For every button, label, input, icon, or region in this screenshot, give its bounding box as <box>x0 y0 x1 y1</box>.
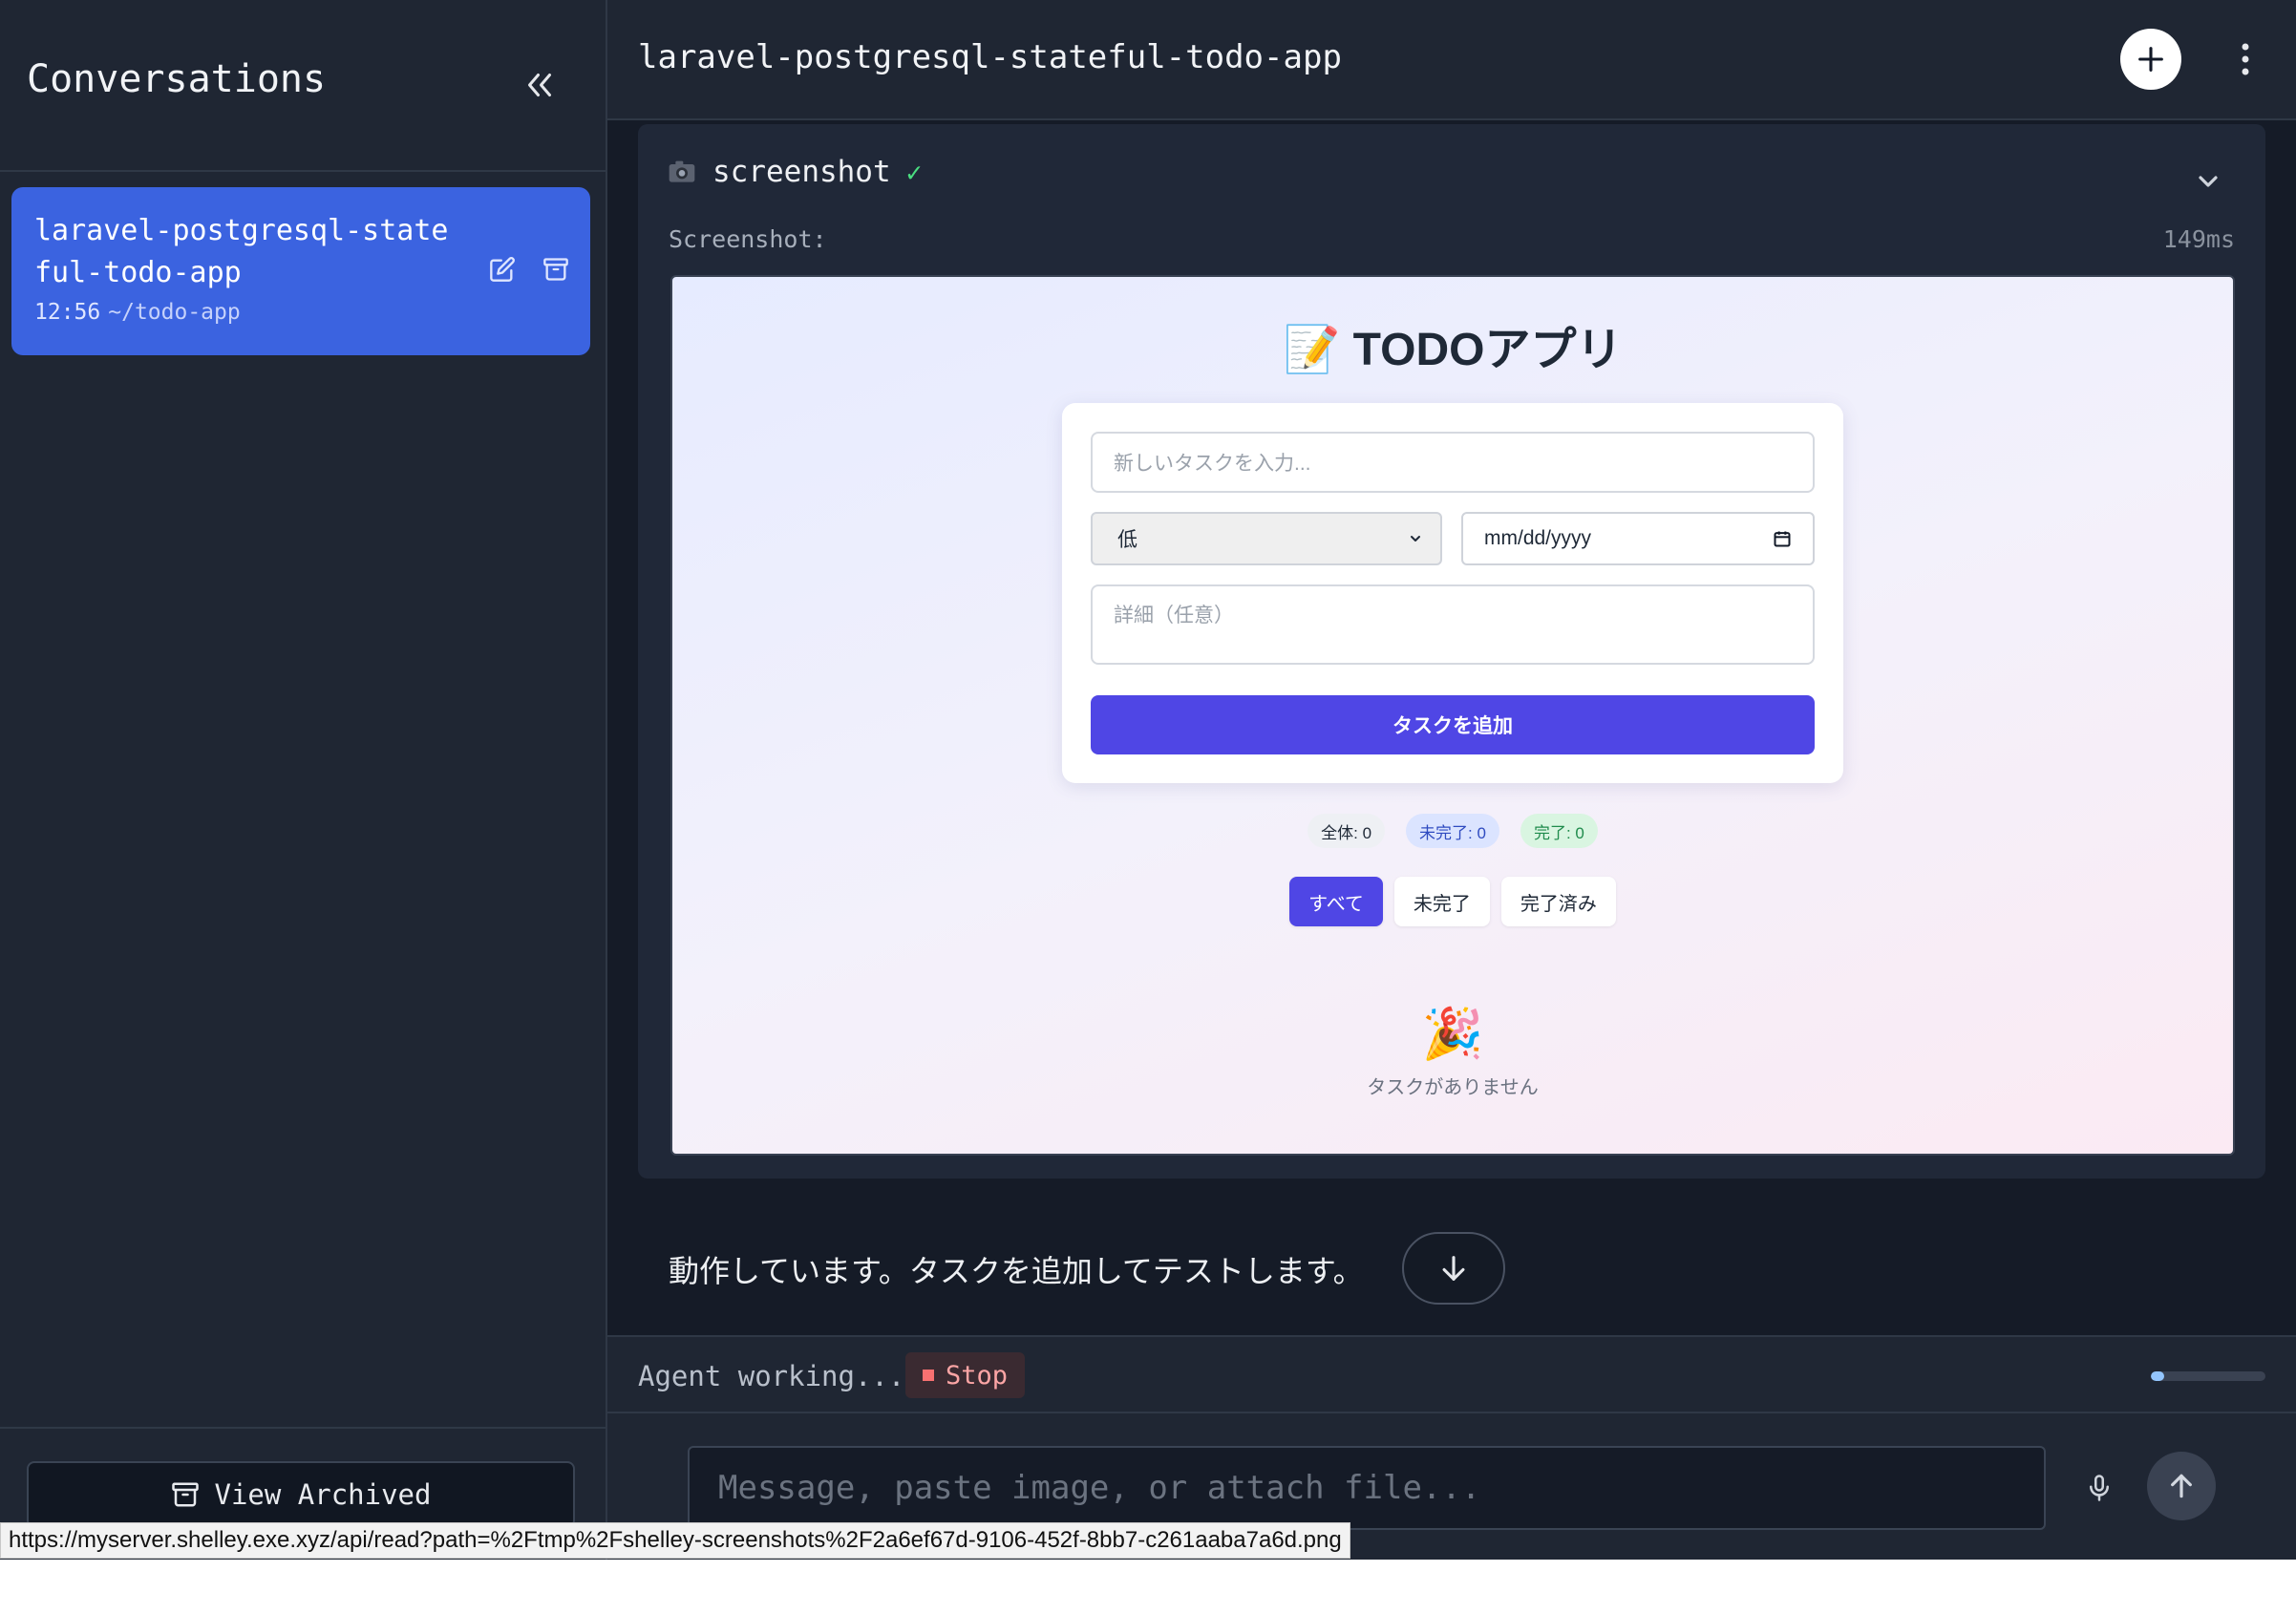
task-input: 新しいタスクを入力... <box>1091 432 1815 493</box>
add-task-button: タスクを追加 <box>1091 695 1815 754</box>
stop-label: Stop <box>946 1360 1009 1391</box>
arrow-up-icon <box>2171 1474 2192 1498</box>
due-date-placeholder: mm/dd/yyyy <box>1484 527 1592 549</box>
view-archived-label: View Archived <box>214 1478 432 1511</box>
sidebar: Conversations laravel-postgresql-statefu… <box>0 0 607 1560</box>
more-vertical-icon <box>2242 43 2249 75</box>
expand-tool-call-button[interactable] <box>2189 162 2227 201</box>
priority-value: 低 <box>1117 529 1137 551</box>
archive-icon <box>543 258 568 281</box>
filter-complete: 完了済み <box>1500 877 1616 926</box>
due-date-input: mm/dd/yyyy <box>1461 512 1815 565</box>
tool-call-header: screenshot ✓ <box>667 155 923 189</box>
stop-button[interactable]: Stop <box>905 1352 1026 1398</box>
stat-all: 全体: 0 <box>1307 814 1386 848</box>
conversation-meta: 12:56 ~/todo-app <box>34 300 241 325</box>
stat-incomplete: 未完了: 0 <box>1406 814 1499 848</box>
main-panel: laravel-postgresql-stateful-todo-app scr… <box>607 0 2296 1560</box>
stat-complete: 完了: 0 <box>1520 814 1598 848</box>
task-filters: すべて 未完了 完了済み <box>672 877 2233 926</box>
sidebar-title: Conversations <box>27 57 327 101</box>
tool-call-card: screenshot ✓ Screenshot: 149ms 📝 TODOアプリ… <box>638 124 2265 1179</box>
voice-input-button[interactable] <box>2078 1463 2120 1513</box>
chevron-down-icon <box>2199 176 2218 187</box>
message-input[interactable]: Message, paste image, or attach file... <box>688 1446 2046 1530</box>
more-options-button[interactable] <box>2231 34 2260 84</box>
screenshot-image[interactable]: 📝 TODOアプリ 新しいタスクを入力... 低 mm/dd/yyyy 詳細（任… <box>670 275 2235 1156</box>
new-conversation-button[interactable] <box>2120 29 2181 90</box>
screenshot-label: Screenshot: <box>669 225 827 253</box>
task-stats: 全体: 0 未完了: 0 完了: 0 <box>672 814 2233 848</box>
assistant-message: 動作しています。タスクを追加してテストします。 <box>669 1253 1364 1289</box>
scroll-to-bottom-button[interactable] <box>1402 1232 1505 1305</box>
todo-form-card: 新しいタスクを入力... 低 mm/dd/yyyy 詳細（任意） タスクを追加 <box>1062 403 1843 783</box>
empty-state-text: タスクがありません <box>1367 1077 1539 1098</box>
conversation-item[interactable]: laravel-postgresql-stateful-todo-app 12:… <box>11 187 590 355</box>
link-url-tooltip: https://myserver.shelley.exe.xyz/api/rea… <box>0 1522 1350 1559</box>
conversation-name: laravel-postgresql-stateful-todo-app <box>34 214 449 289</box>
top-bar: laravel-postgresql-stateful-todo-app <box>607 0 2296 120</box>
filter-incomplete: 未完了 <box>1393 877 1490 926</box>
archive-icon <box>171 1482 199 1507</box>
collapse-sidebar-button[interactable] <box>516 61 563 109</box>
priority-select: 低 <box>1091 512 1442 565</box>
context-progress-fill <box>2151 1371 2165 1381</box>
conversation-dir: ~/todo-app <box>108 300 241 325</box>
double-chevron-left-icon <box>528 74 551 96</box>
sidebar-header: Conversations <box>0 0 606 172</box>
filter-all: すべて <box>1289 877 1383 926</box>
view-archived-button[interactable]: View Archived <box>27 1461 575 1528</box>
context-progress-bar <box>2151 1371 2265 1381</box>
rename-conversation-button[interactable] <box>483 250 521 288</box>
agent-status-bar: Agent working... Stop <box>607 1335 2296 1413</box>
calendar-icon <box>1774 531 1791 547</box>
todo-app-title: 📝 TODOアプリ <box>1283 325 1623 375</box>
party-popper-icon: 🎉 <box>1421 1007 1484 1062</box>
tool-status-check: ✓ <box>905 156 923 188</box>
stop-icon <box>923 1370 934 1381</box>
conversation-title: laravel-postgresql-stateful-todo-app <box>638 38 1342 76</box>
tool-name: screenshot <box>712 155 891 189</box>
arrow-down-icon <box>1442 1256 1465 1281</box>
tool-duration: 149ms <box>2162 225 2235 253</box>
conversation-time: 12:56 <box>34 300 101 325</box>
archive-conversation-button[interactable] <box>537 250 575 288</box>
detail-textarea: 詳細（任意） <box>1091 584 1815 665</box>
camera-icon <box>669 160 695 182</box>
send-button[interactable] <box>2147 1452 2216 1520</box>
chevron-down-icon <box>1411 536 1420 542</box>
edit-icon <box>490 257 515 282</box>
microphone-icon <box>2090 1475 2109 1501</box>
agent-status-text: Agent working... <box>638 1360 905 1392</box>
plus-icon <box>2138 47 2163 72</box>
